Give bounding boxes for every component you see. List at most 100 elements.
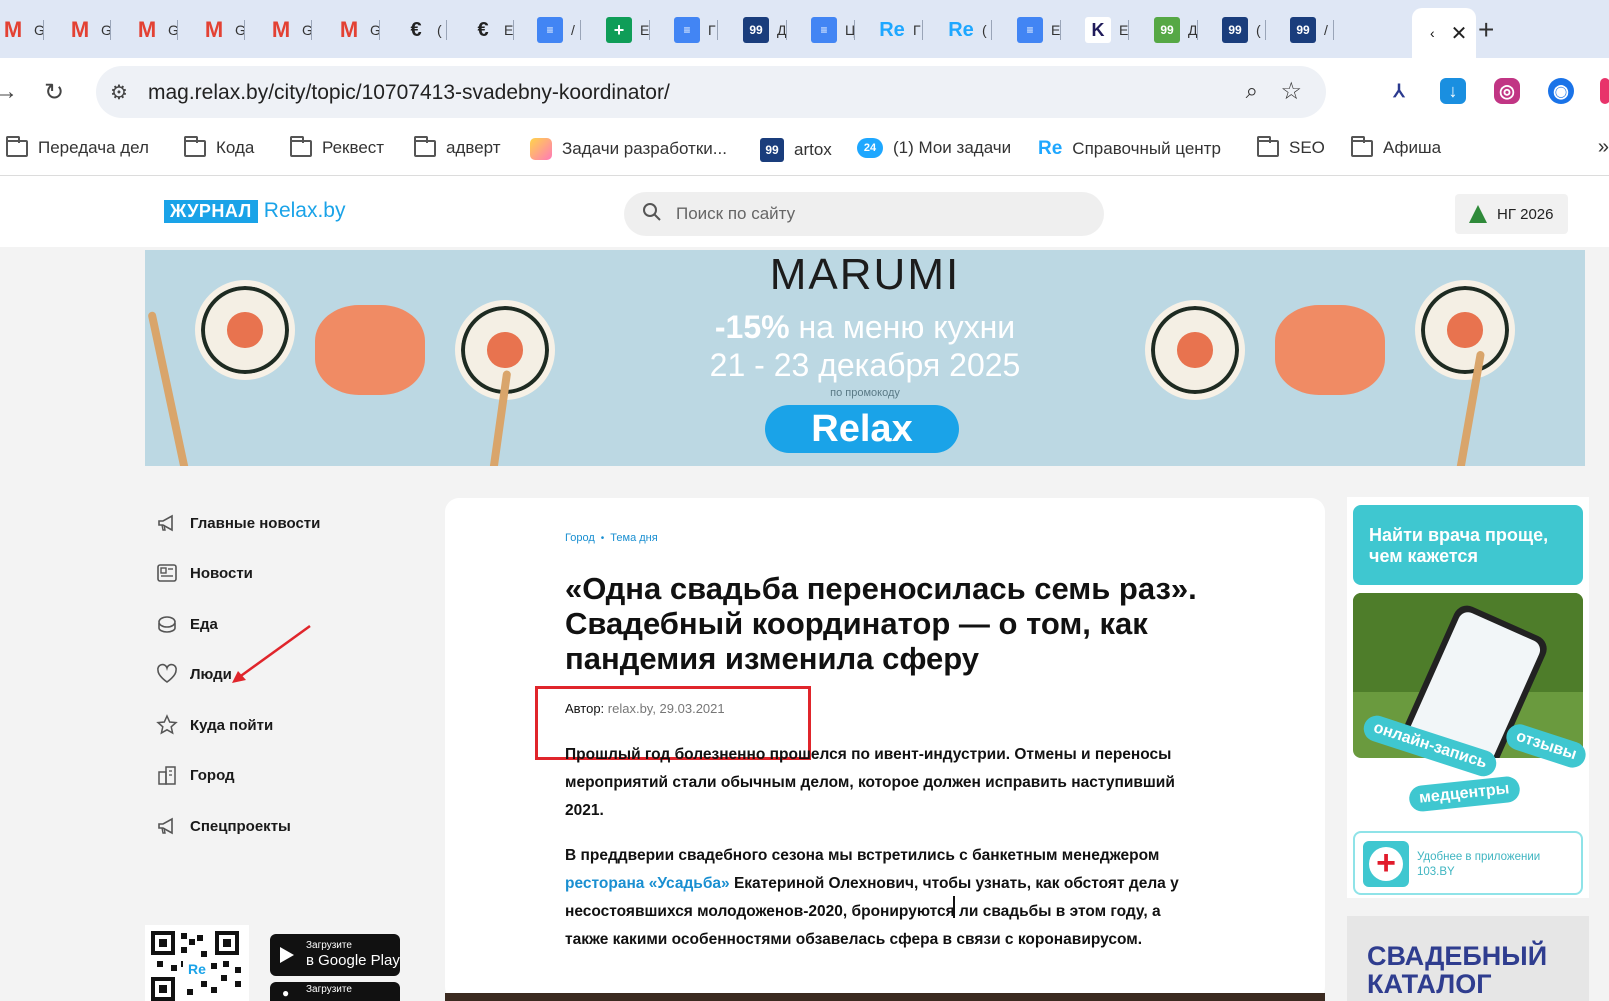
app-line1: Удобнее в приложении [1417, 851, 1541, 863]
browser-tab[interactable]: 99/ [1272, 10, 1334, 50]
browser-tab[interactable]: MG [0, 10, 44, 50]
sidebar-ad-103by[interactable]: Найти врача проще, чем кажется онлайн-за… [1347, 497, 1590, 898]
eye-extension-icon[interactable]: ◉ [1548, 78, 1574, 104]
browser-tab[interactable]: + E [588, 10, 650, 50]
nav-item[interactable]: Куда пойти [156, 712, 273, 738]
bookmark-item[interactable]: 99 artox [760, 138, 832, 162]
tab-separator [1265, 20, 1266, 40]
browser-tab[interactable]: 99( [1204, 10, 1266, 50]
bookmark-item[interactable]: 24 (1) Мои задачи [857, 138, 1011, 158]
wedding-line2: КАТАЛОГ [1367, 969, 1492, 999]
qr-finder [151, 977, 175, 1001]
bookmark-item[interactable]: Кода [184, 135, 254, 158]
browser-tab[interactable]: € E [452, 10, 514, 50]
browser-tab[interactable]: MG [116, 10, 178, 50]
browser-tab[interactable]: €( [385, 10, 447, 50]
browser-tab[interactable]: ≡ Γ [656, 10, 718, 50]
nav-item[interactable]: Еда [156, 611, 218, 637]
browser-tab[interactable]: KE [1067, 10, 1129, 50]
color-picker-extension-icon[interactable]: ◎ [1494, 78, 1520, 104]
megaphone-icon [156, 512, 178, 534]
nav-item-label: Город [190, 766, 235, 784]
docs-icon: ≡ [1017, 17, 1043, 43]
google-play-icon [280, 947, 294, 963]
tab-separator [580, 20, 581, 40]
site-logo[interactable]: ЖУРНАЛ Relax.by [164, 199, 345, 223]
new-year-button[interactable]: НГ 2026 [1455, 194, 1568, 234]
bookmark-label: Реквест [322, 138, 385, 157]
active-tab[interactable]: ‹ ✕ [1412, 8, 1476, 58]
sidebar-ad-app[interactable]: Удобнее в приложении 103.BY [1353, 831, 1583, 895]
restaurant-link[interactable]: ресторана «Усадьба» [565, 875, 730, 892]
tab-separator [446, 20, 447, 40]
browser-tab[interactable]: ≡ / [519, 10, 581, 50]
qr-module [187, 989, 193, 995]
bookmark-item[interactable]: Реквест [290, 135, 385, 158]
tab-separator [1197, 20, 1198, 40]
site-search[interactable] [624, 192, 1104, 236]
text-cursor [953, 896, 955, 918]
breadcrumb-topic[interactable]: Тема дня [610, 532, 657, 544]
nav-item[interactable]: Люди [156, 661, 232, 687]
sidebar-ad-wedding[interactable]: СВАДЕБНЫЙ КАТАЛОГ [1347, 916, 1589, 1001]
bookmark-label: (1) Мои задачи [893, 138, 1012, 157]
browser-tab[interactable]: ≡ Ц [793, 10, 855, 50]
app-store-button[interactable]: ● Загрузите [270, 982, 400, 1001]
medical-cross-icon [1363, 841, 1409, 887]
extension-icon[interactable] [1600, 78, 1609, 104]
browser-tab[interactable]: ≡ E [999, 10, 1061, 50]
nav-item[interactable]: Город [156, 762, 235, 788]
url-text[interactable]: mag.relax.by/city/topic/10707413-svadebn… [148, 81, 670, 105]
qr-finder [215, 931, 239, 955]
gmail-icon: M [204, 17, 224, 42]
google-play-button[interactable]: Загрузите в Google Play [270, 934, 400, 976]
new-tab-icon[interactable]: + [1478, 14, 1494, 46]
tasks-app-icon [530, 138, 552, 160]
browser-tab[interactable]: Re Γ [861, 10, 923, 50]
browser-tab[interactable]: MG [318, 10, 380, 50]
bookmark-item[interactable]: SEO [1257, 135, 1325, 158]
zoom-icon[interactable]: ⌕ [1246, 78, 1258, 104]
banner-promo: -15% на меню кухни 21 - 23 декабря 2025 [145, 308, 1585, 384]
tab-separator [1060, 20, 1061, 40]
wedding-line1: СВАДЕБНЫЙ [1367, 941, 1548, 971]
ad-banner[interactable]: MARUMI -15% на меню кухни 21 - 23 декабр… [145, 250, 1585, 466]
browser-tab[interactable]: 99 Д [725, 10, 787, 50]
re-icon: Re [948, 18, 974, 41]
bookmark-item[interactable]: Передача дел [6, 135, 149, 158]
browser-tab[interactable]: MG [49, 10, 111, 50]
breadcrumb-city[interactable]: Город [565, 532, 595, 544]
reload-icon[interactable]: ↻ [44, 78, 64, 107]
article-photo [445, 993, 1325, 1001]
sidebar-ad-headline: Найти врача проще, чем кажется [1353, 505, 1583, 585]
browser-tab[interactable]: MG [250, 10, 312, 50]
gmail-icon: M [3, 17, 23, 42]
search-input[interactable] [676, 192, 1076, 236]
bookmark-label: Справочный центр [1072, 139, 1221, 158]
forward-icon[interactable]: → [0, 78, 18, 106]
site-settings-icon[interactable]: ⚙ [110, 80, 128, 105]
bookmark-star-icon[interactable]: ☆ [1280, 77, 1302, 106]
search-icon [643, 203, 661, 221]
browser-tab[interactable]: MG [183, 10, 245, 50]
bookmark-item[interactable]: Задачи разработки... [530, 138, 727, 160]
nav-item[interactable]: Главные новости [156, 510, 320, 536]
download-extension-icon[interactable]: ↓ [1440, 78, 1466, 104]
bookmark-item[interactable]: Re Справочный центр [1038, 138, 1221, 160]
bookmark-item[interactable]: Афиша [1351, 135, 1441, 158]
browser-tab[interactable]: Re( [930, 10, 992, 50]
qr-module [171, 965, 177, 971]
address-bar[interactable]: ⚙ mag.relax.by/city/topic/10707413-svade… [96, 66, 1326, 118]
extension-icon[interactable]: ⅄ [1386, 78, 1412, 104]
bookmark-label: адверт [446, 138, 501, 157]
bookmarks-more-icon[interactable]: » [1598, 136, 1609, 159]
banner-promo-code: Relax [765, 405, 959, 453]
nav-item[interactable]: Спецпроекты [156, 813, 291, 839]
close-tab-icon[interactable]: ✕ [1451, 21, 1468, 46]
bookmark-item[interactable]: адверт [414, 135, 501, 158]
christmas-tree-icon [1469, 205, 1487, 223]
megaphone-icon [156, 815, 178, 837]
logo-relax: Relax.by [263, 199, 346, 222]
browser-tab[interactable]: 99 Д [1136, 10, 1198, 50]
nav-item[interactable]: Новости [156, 560, 253, 586]
